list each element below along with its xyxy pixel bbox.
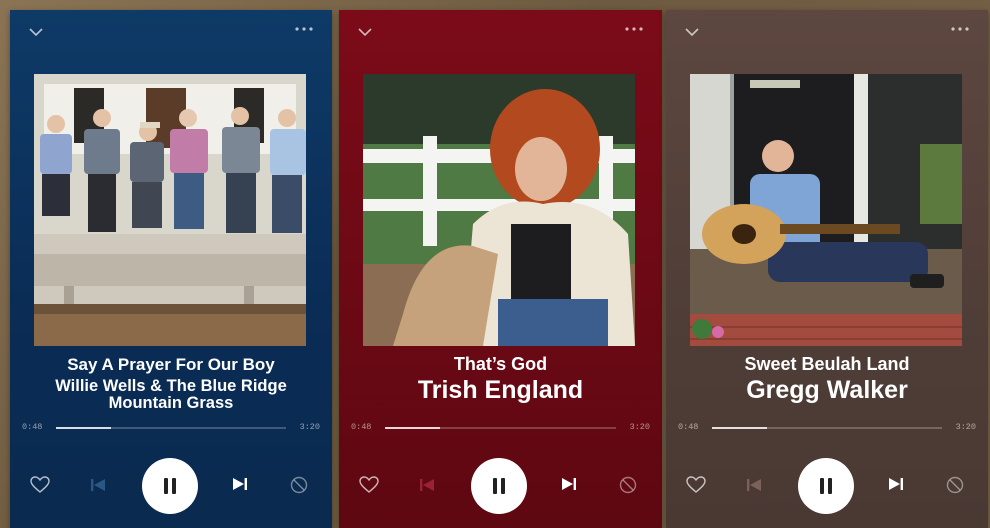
artist-name: Gregg Walker (746, 376, 908, 404)
progress-bar[interactable] (712, 427, 942, 429)
album-art (690, 74, 962, 346)
pause-button[interactable] (471, 458, 527, 514)
more-icon[interactable] (950, 25, 970, 33)
artist-name: Trish England (417, 376, 584, 404)
chevron-down-icon[interactable] (357, 26, 373, 38)
progress-bar[interactable] (56, 427, 286, 429)
more-icon[interactable] (294, 25, 314, 33)
heart-icon[interactable] (359, 476, 379, 494)
next-icon[interactable] (561, 477, 577, 491)
pause-button[interactable] (142, 458, 198, 514)
next-icon[interactable] (232, 477, 248, 491)
progress-fill (385, 427, 441, 429)
elapsed-time: 0:48 (351, 422, 372, 432)
pause-icon (493, 478, 505, 494)
progress-fill (56, 427, 112, 429)
block-icon[interactable] (290, 476, 308, 494)
block-icon[interactable] (619, 476, 637, 494)
album-art (363, 74, 635, 346)
chevron-down-icon[interactable] (684, 26, 700, 38)
chevron-down-icon[interactable] (28, 26, 44, 38)
player-card-3: Sweet Beulah Land Gregg Walker 0:48 3:20 (666, 10, 988, 528)
elapsed-time: 0:48 (22, 422, 43, 432)
artist-name: Willie Wells & The Blue Ridge Mountain G… (55, 377, 287, 412)
total-time: 3:20 (955, 422, 976, 432)
pause-icon (164, 478, 176, 494)
previous-icon[interactable] (419, 478, 435, 492)
more-icon[interactable] (624, 25, 644, 33)
song-title: That’s God (453, 354, 548, 374)
player-card-1: Say A Prayer For Our Boy Willie Wells & … (10, 10, 332, 528)
album-art (34, 74, 306, 346)
heart-icon[interactable] (686, 476, 706, 494)
heart-icon[interactable] (30, 476, 50, 494)
previous-icon[interactable] (90, 478, 106, 492)
progress-fill (712, 427, 768, 429)
elapsed-time: 0:48 (678, 422, 699, 432)
player-card-2: That’s God Trish England 0:48 3:20 (339, 10, 662, 528)
song-title: Say A Prayer For Our Boy (67, 355, 275, 374)
progress-bar[interactable] (385, 427, 616, 429)
total-time: 3:20 (629, 422, 650, 432)
pause-button[interactable] (798, 458, 854, 514)
previous-icon[interactable] (746, 478, 762, 492)
song-title: Sweet Beulah Land (744, 354, 910, 374)
pause-icon (820, 478, 832, 494)
next-icon[interactable] (888, 477, 904, 491)
block-icon[interactable] (946, 476, 964, 494)
total-time: 3:20 (299, 422, 320, 432)
